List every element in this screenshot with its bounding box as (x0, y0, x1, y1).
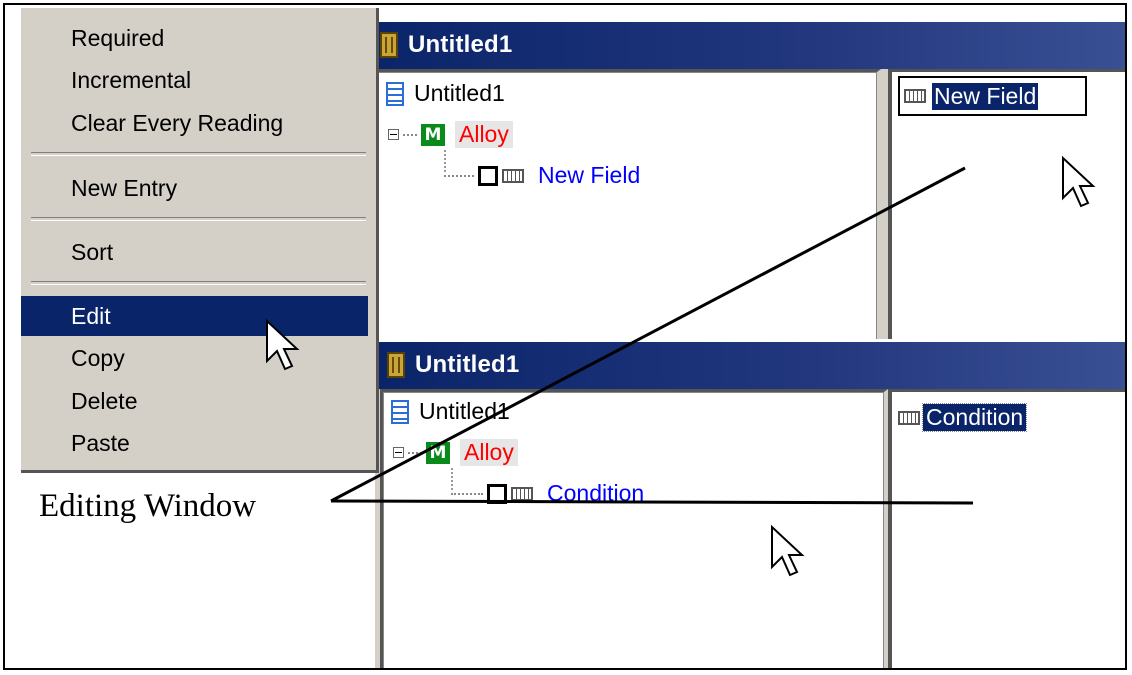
material-m-icon: M (426, 441, 450, 464)
window-title: Untitled1 (415, 351, 520, 378)
field-icon (502, 168, 524, 183)
field-icon (511, 486, 533, 501)
menu-item-paste[interactable]: Paste (21, 423, 368, 463)
screenshot-frame: Untitled1 Untitled1 M Alloy New Field Ne… (3, 3, 1127, 670)
field-name-input[interactable]: New Field (932, 82, 1039, 110)
tree-pane[interactable]: Untitled1 M Alloy Condition (380, 389, 888, 668)
list-item[interactable]: Condition (898, 403, 1028, 432)
editor-window-top: Untitled1 Untitled1 M Alloy New Field Ne… (368, 19, 1125, 344)
checkbox-icon[interactable] (487, 483, 507, 504)
tree-pane[interactable]: Untitled1 M Alloy New Field (373, 69, 881, 344)
field-icon (904, 89, 926, 103)
window-titlebar[interactable]: Untitled1 (368, 19, 1125, 69)
menu-separator (31, 152, 366, 156)
editor-window-bottom: Untitled1 Untitled1 M Alloy Condition Co… (375, 339, 1125, 668)
database-icon (380, 32, 398, 58)
collapse-icon[interactable] (388, 129, 399, 140)
material-m-icon: M (421, 123, 445, 146)
database-icon (387, 352, 405, 378)
field-name-edit-box[interactable]: New Field (898, 76, 1087, 116)
tree-material-label: Alloy (460, 439, 518, 466)
tree-connector (444, 174, 474, 177)
field-icon (898, 410, 920, 425)
menu-item-incremental[interactable]: Incremental (21, 60, 368, 100)
menu-separator (31, 217, 366, 221)
menu-separator (31, 281, 366, 285)
tree-field-label: Condition (547, 480, 645, 506)
tree-material-label: Alloy (455, 121, 513, 148)
annotation-caption: Editing Window (39, 488, 257, 524)
list-pane[interactable]: New Field (888, 69, 1125, 344)
document-icon (386, 81, 404, 106)
tree-connector (451, 492, 483, 495)
tree-root-label: Untitled1 (419, 398, 510, 424)
list-item-label: Condition (921, 403, 1028, 432)
tree-field-label: New Field (538, 162, 641, 188)
menu-item-required[interactable]: Required (21, 18, 368, 58)
context-menu: Required Incremental Clear Every Reading… (21, 8, 379, 473)
tree-field[interactable]: Condition (451, 480, 644, 507)
menu-item-copy[interactable]: Copy (21, 338, 368, 378)
window-titlebar[interactable]: Untitled1 (375, 339, 1125, 389)
tree-root-label: Untitled1 (414, 80, 505, 106)
menu-item-sort[interactable]: Sort (21, 232, 368, 272)
checkbox-icon[interactable] (478, 165, 498, 186)
list-pane[interactable]: Condition (888, 389, 1125, 668)
tree-material[interactable]: M Alloy (388, 121, 513, 148)
tree-root[interactable]: Untitled1 (391, 398, 510, 425)
tree-material[interactable]: M Alloy (393, 439, 518, 466)
collapse-icon[interactable] (393, 447, 404, 458)
tree-root[interactable]: Untitled1 (386, 80, 505, 107)
window-title: Untitled1 (408, 31, 513, 58)
tree-connector (408, 451, 422, 454)
menu-item-edit[interactable]: Edit (21, 296, 368, 336)
tree-connector (403, 133, 417, 136)
tree-field[interactable]: New Field (444, 162, 640, 189)
menu-item-new-entry[interactable]: New Entry (21, 168, 368, 208)
menu-item-clear-every-reading[interactable]: Clear Every Reading (21, 103, 368, 143)
menu-item-delete[interactable]: Delete (21, 381, 368, 421)
document-icon (391, 399, 409, 424)
